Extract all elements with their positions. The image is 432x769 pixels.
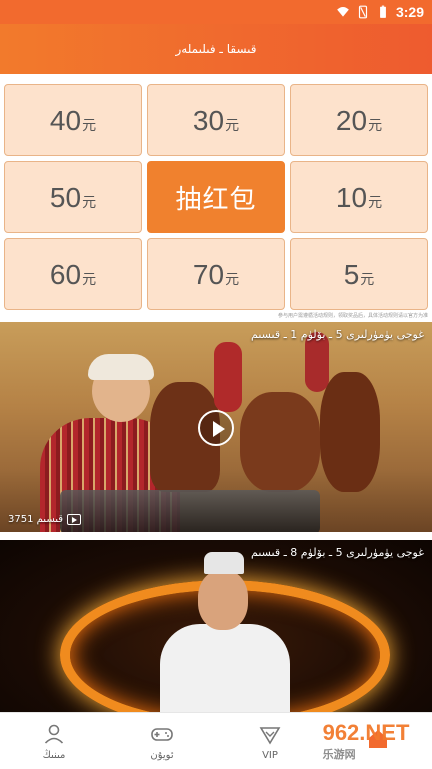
amount-unit: 元 [82,194,97,210]
watermark-logo: 962.NET 乐游网 [306,718,426,764]
wifi-icon [337,7,349,17]
amount-value: 70 [192,259,225,290]
video-thumbnail-horse [320,372,380,492]
page-title: قىسقا ـ فىلىملەر [175,42,257,56]
amount-value: 5 [343,259,360,290]
amount-unit: 元 [368,117,383,133]
diamond-icon [259,726,281,745]
tab-label: مىنىڭ [42,749,66,761]
amount-cell[interactable]: 60 元 [4,238,142,310]
amount-value: 30 [192,105,225,136]
draw-red-packet-button[interactable]: 抽红包 [147,161,285,233]
video-icon [67,514,82,525]
video-episode-count: 3751 قىسىم [8,514,82,525]
video-thumbnail-rider [214,342,242,412]
battery-icon [380,5,386,18]
amount-value: 40 [49,105,82,136]
play-button[interactable] [198,410,234,446]
notice-text: 参与用户需遵循活动规则，领取奖品后，具体活动规则请以官方为准 [277,313,428,319]
tab-games[interactable]: ئويۇن [108,713,216,769]
amount-unit: 元 [225,271,240,287]
episode-count-text: 3751 قىسىم [8,514,64,525]
gamepad-icon [151,727,173,741]
video-title: غوجى يۈمۈرلىرى 5 ـ بۆلۈم 8 ـ قىسىم [251,546,424,559]
amount-value: 20 [335,105,368,136]
video-card[interactable]: غوجى يۈمۈرلىرى 5 ـ بۆلۈم 8 ـ قىسىم [0,540,432,712]
video-thumbnail-figure [204,552,244,574]
amount-cell[interactable]: 5 元 [290,238,428,310]
sim-card-icon [358,5,368,19]
video-thumbnail-figure [88,354,154,380]
amount-unit: 元 [82,117,97,133]
amount-cell[interactable]: 70 元 [147,238,285,310]
video-card[interactable]: غوجى يۈمۈرلىرى 5 ـ بۆلۈم 1 ـ قىسىم 3751 … [0,322,432,532]
amount-cell[interactable]: 10 元 [290,161,428,233]
video-thumbnail-figure [198,570,248,630]
status-time: 3:29 [395,4,424,20]
amount-cell[interactable]: 40 元 [4,84,142,156]
video-title: غوجى يۈمۈرلىرى 5 ـ بۆلۈم 1 ـ قىسىم [251,328,424,341]
amount-cell[interactable]: 20 元 [290,84,428,156]
tab-label: VIP [262,749,278,761]
status-bar: 3:29 [0,0,432,24]
red-packet-grid: 40 元 30 元 20 元 50 元 抽红包 10 元 60 元 70 元 5… [4,84,428,310]
amount-cell[interactable]: 50 元 [4,161,142,233]
amount-value: 60 [49,259,82,290]
video-thumbnail-rider [305,332,329,392]
amount-unit: 元 [225,117,240,133]
watermark-text: 962.NET [322,720,410,745]
draw-red-packet-label: 抽红包 [175,183,257,214]
amount-unit: 元 [360,271,375,287]
amount-value: 10 [335,182,368,213]
video-thumbnail-figure [160,624,290,712]
amount-unit: 元 [82,271,97,287]
video-thumbnail-logo [60,490,320,532]
tab-mine[interactable]: مىنىڭ [0,713,108,769]
amount-cell[interactable]: 30 元 [147,84,285,156]
watermark-subtext: 乐游网 [322,749,356,761]
tab-label: ئويۇن [150,749,174,761]
amount-unit: 元 [368,194,383,210]
amount-value: 50 [49,182,82,213]
video-thumbnail-horse [240,392,320,492]
person-icon [44,724,64,744]
page-header: قىسقا ـ فىلىملەر [0,24,432,74]
